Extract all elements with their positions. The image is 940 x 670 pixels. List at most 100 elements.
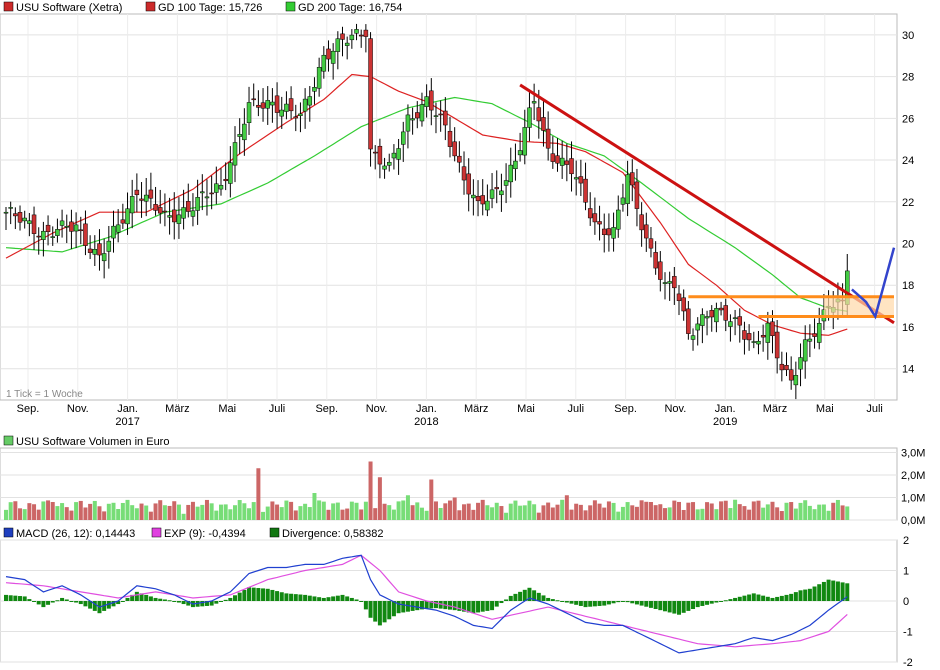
macd-y-tick-label: 1 xyxy=(903,566,909,578)
candle-down xyxy=(209,192,214,195)
candle-down xyxy=(676,293,682,301)
divergence-bar xyxy=(798,590,803,601)
divergence-bar xyxy=(574,601,579,605)
divergence-bar xyxy=(742,595,747,601)
price-y-tick-label: 20 xyxy=(902,239,914,251)
volume-bar xyxy=(424,510,429,520)
volume-bar xyxy=(775,507,780,520)
volume-bar xyxy=(317,500,322,520)
macd-y-tick-label: 0 xyxy=(903,596,909,608)
volume-y-tick-label: 3,0M xyxy=(901,448,925,460)
volume-bar xyxy=(167,505,172,520)
divergence-bar xyxy=(700,601,705,606)
volume-bar xyxy=(158,500,163,520)
candle-down xyxy=(251,98,256,101)
volume-bar xyxy=(172,501,177,520)
volume-bar xyxy=(518,505,523,520)
volume-bar xyxy=(840,505,845,520)
volume-bar xyxy=(616,511,621,520)
candle-down xyxy=(784,365,789,371)
candle-down xyxy=(377,145,383,165)
candle-up xyxy=(218,184,224,190)
candle-up xyxy=(625,174,630,204)
candle-down xyxy=(461,166,467,181)
candle-up xyxy=(405,114,411,132)
volume-bar xyxy=(284,500,289,520)
candle-up xyxy=(503,180,509,186)
candle-down xyxy=(606,228,612,236)
volume-bar xyxy=(821,504,826,520)
divergence-bar xyxy=(793,592,798,601)
divergence-bar xyxy=(158,598,163,601)
candle-down xyxy=(466,173,471,195)
candle-up xyxy=(700,314,705,326)
divergence-bar xyxy=(265,588,270,601)
candle-down xyxy=(36,235,41,238)
volume-bar xyxy=(527,500,532,520)
divergence-bar xyxy=(284,593,289,601)
volume-bar xyxy=(513,500,518,520)
volume-y-tick-label: 2,0M xyxy=(901,470,925,482)
divergence-bar xyxy=(761,595,766,601)
candle-up xyxy=(802,339,808,362)
divergence-bar xyxy=(831,580,836,601)
candle-up xyxy=(190,210,196,217)
candle-down xyxy=(157,207,163,214)
legend-label-gd100: GD 100 Tage: 15,726 xyxy=(158,2,262,14)
volume-bar xyxy=(569,509,574,520)
candle-down xyxy=(358,34,364,37)
volume-bar xyxy=(120,502,125,520)
divergence-bar xyxy=(733,597,738,601)
candle-up xyxy=(335,38,341,52)
volume-bar xyxy=(50,502,55,520)
divergence-bar xyxy=(691,601,696,610)
candle-up xyxy=(499,190,504,196)
divergence-bar xyxy=(359,601,364,602)
divergence-bar xyxy=(153,597,158,601)
candle-up xyxy=(284,103,289,112)
candle-up xyxy=(214,183,219,193)
divergence-bar xyxy=(648,601,653,608)
volume-bar xyxy=(22,509,27,520)
divergence-bar xyxy=(181,601,186,605)
volume-bar xyxy=(359,509,364,520)
divergence-bar xyxy=(597,601,602,606)
volume-bar xyxy=(522,505,527,520)
divergence-bar xyxy=(289,593,294,601)
volume-bar xyxy=(204,499,209,520)
volume-bar xyxy=(578,504,583,520)
volume-bar xyxy=(92,500,97,520)
legend-label-exp: EXP (9): -0,4394 xyxy=(164,528,246,540)
volume-bar xyxy=(564,495,569,520)
divergence-bar xyxy=(345,596,350,601)
volume-bar xyxy=(363,501,368,520)
divergence-bar xyxy=(233,595,238,601)
volume-bar xyxy=(555,504,560,520)
candle-up xyxy=(106,240,112,252)
volume-bar xyxy=(719,501,724,520)
volume-bar xyxy=(705,502,710,520)
volume-bar xyxy=(723,500,728,520)
x-tick-label: Juli xyxy=(866,403,883,415)
divergence-bar xyxy=(307,595,312,601)
divergence-bar xyxy=(270,589,275,601)
divergence-bar xyxy=(312,596,317,601)
candle-up xyxy=(620,197,626,205)
divergence-bar xyxy=(382,601,387,623)
volume-bar xyxy=(639,500,644,520)
candle-up xyxy=(616,209,621,230)
candle-down xyxy=(368,38,373,150)
candle-down xyxy=(555,155,560,164)
volume-bar xyxy=(550,507,555,520)
volume-bar xyxy=(186,504,191,520)
divergence-bar xyxy=(293,594,298,601)
candle-up xyxy=(232,142,238,166)
candle-up xyxy=(265,100,270,109)
volume-bar xyxy=(499,506,504,520)
divergence-bar xyxy=(22,596,27,601)
x-tick-label: Mai xyxy=(816,403,834,415)
candle-down xyxy=(686,308,691,334)
candle-down xyxy=(569,158,574,175)
divergence-bar xyxy=(368,601,373,618)
volume-bar xyxy=(41,501,46,520)
